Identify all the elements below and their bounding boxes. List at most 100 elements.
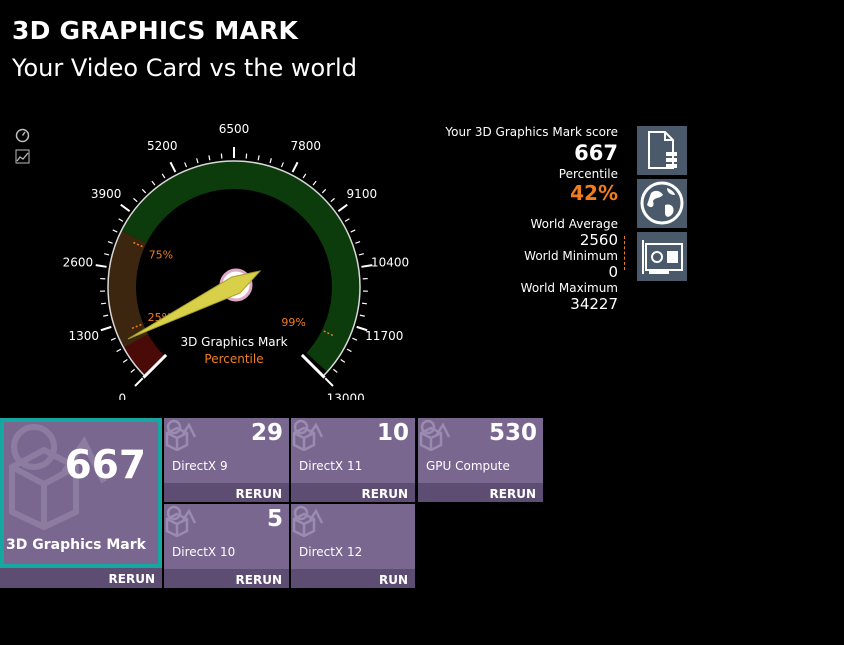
gauge-minor-tick — [330, 197, 335, 203]
directx9-tile[interactable]: 29 DirectX 9 RERUN — [164, 418, 289, 502]
score-stats: Your 3D Graphics Mark score 667 Percenti… — [445, 125, 618, 313]
gauge-tick-label: 5200 — [147, 139, 178, 153]
gauge-minor-tick — [257, 155, 260, 161]
average-marker — [624, 236, 625, 270]
gauge-minor-tick — [196, 158, 199, 164]
gauge-major-tick — [291, 161, 299, 173]
gauge-tick-label: 10400 — [371, 255, 409, 269]
speedometer-gauge: 0 1300 2600 3900 5200 6500 7800 9100 10400 11700 1… — [63, 122, 409, 400]
rerun-button[interactable]: RERUN — [109, 572, 155, 586]
percentile-label: Percentile — [558, 167, 618, 181]
tile-label: GPU Compute — [426, 459, 510, 473]
main-tile-score: 667 — [64, 443, 146, 488]
directx11-tile[interactable]: 10 DirectX 11 RERUN — [291, 418, 415, 502]
gauge-tick-label: 9100 — [347, 187, 378, 201]
main-tile-label: 3D Graphics Mark — [6, 537, 146, 553]
gauge-major-tick — [95, 264, 107, 268]
needle — [127, 270, 262, 340]
score-label: Your 3D Graphics Mark score — [445, 125, 618, 139]
gauge-tick-label: 7800 — [290, 139, 321, 153]
benchmark-shapes-icon — [165, 505, 197, 537]
gauge-minor-tick — [133, 197, 138, 203]
gauge-major-tick — [337, 203, 348, 212]
tile-action-bar[interactable]: RERUN — [418, 483, 543, 502]
tile-score: 530 — [488, 420, 537, 446]
rerun-button[interactable]: RERUN — [236, 487, 282, 501]
percentile-value: 42% — [570, 181, 618, 205]
gauge-minor-tick — [208, 155, 211, 161]
gauge-minor-tick — [161, 173, 166, 179]
gauge-major-tick — [120, 203, 131, 212]
gauge-minor-tick — [302, 173, 307, 179]
globe-icon — [640, 181, 684, 225]
gauge-tick-label: 3900 — [91, 187, 122, 201]
score-value: 667 — [574, 141, 618, 165]
gauge-tick-label: 11700 — [365, 329, 403, 343]
gauge-minor-tick — [118, 218, 124, 222]
rerun-button[interactable]: RERUN — [236, 573, 282, 587]
tile-label: DirectX 10 — [172, 545, 236, 559]
main-3d-mark-tile[interactable]: 667 3D Graphics Mark RERUN — [0, 418, 162, 588]
world-max-label: World Maximum — [520, 281, 618, 295]
gauge-minor-tick — [184, 162, 188, 168]
tile-label: DirectX 9 — [172, 459, 228, 473]
percentile-mark-label: 99% — [281, 316, 305, 329]
gauge-tick-label: 13000 — [327, 392, 365, 400]
tile-action-bar[interactable]: RERUN — [164, 569, 289, 588]
benchmark-shapes-icon — [165, 419, 197, 451]
benchmark-shapes-icon — [292, 419, 324, 451]
gauge-minor-tick — [346, 348, 352, 353]
document-report-button[interactable] — [637, 126, 687, 175]
benchmark-shapes-icon — [292, 505, 324, 537]
gauge-minor-tick — [107, 241, 113, 244]
main-tile-action-bar[interactable]: RERUN — [0, 568, 162, 588]
gauge-minor-tick — [359, 314, 365, 317]
gauge-minor-tick — [130, 368, 135, 373]
gauge-major-tick — [169, 161, 177, 173]
gauge-tick-label: 2600 — [63, 255, 94, 269]
gauge-major-tick — [134, 377, 144, 387]
gauge-minor-tick — [141, 188, 147, 194]
rerun-button[interactable]: RERUN — [490, 487, 536, 501]
tile-label: DirectX 12 — [299, 545, 363, 559]
gauge-minor-tick — [350, 229, 356, 233]
page-title: 3D GRAPHICS MARK — [12, 16, 299, 45]
gauge-minor-tick — [100, 302, 107, 305]
tile-score: 5 — [266, 506, 283, 532]
gauge-minor-tick — [321, 188, 327, 194]
world-average-label: World Average — [530, 217, 618, 231]
world-average-value: 2560 — [579, 231, 618, 249]
video-card-info-button[interactable] — [637, 232, 687, 281]
world-min-label: World Minimum — [524, 249, 618, 263]
tile-score: 10 — [376, 420, 409, 446]
gauge-center-label: 3D Graphics Mark — [180, 335, 287, 349]
gauge-minor-tick — [103, 314, 109, 317]
directx10-tile[interactable]: 5 DirectX 10 RERUN — [164, 504, 289, 588]
gpu-compute-tile[interactable]: 530 GPU Compute RERUN — [418, 418, 543, 502]
page-subtitle: Your Video Card vs the world — [12, 54, 357, 82]
gauge-minor-tick — [269, 158, 272, 164]
gauge-minor-tick — [344, 218, 350, 222]
percentile-mark-label: 75% — [149, 249, 173, 262]
world-compare-button[interactable] — [637, 179, 687, 228]
graphics-card-icon — [642, 240, 683, 274]
gauge-tick-label: 1300 — [68, 329, 99, 343]
tile-action-bar[interactable]: RUN — [291, 569, 415, 588]
run-button[interactable]: RUN — [379, 573, 408, 587]
tile-label: DirectX 11 — [299, 459, 363, 473]
world-min-value: 0 — [608, 263, 618, 281]
rerun-button[interactable]: RERUN — [362, 487, 408, 501]
gauge-tick-label: 0 — [118, 392, 126, 400]
gauge-major-tick — [324, 377, 334, 387]
gauge-tick-label: 6500 — [219, 122, 250, 136]
directx12-tile[interactable]: DirectX 12 RUN — [291, 504, 415, 588]
world-max-value: 34227 — [570, 295, 618, 313]
gauge-major-tick — [100, 325, 112, 332]
benchmark-shapes-icon — [419, 419, 451, 451]
gauge-minor-tick — [355, 241, 361, 244]
tile-action-bar[interactable]: RERUN — [291, 483, 415, 502]
gauge-minor-tick — [122, 359, 128, 363]
tile-score: 29 — [250, 420, 283, 446]
gauge-minor-tick — [116, 348, 122, 353]
tile-action-bar[interactable]: RERUN — [164, 483, 289, 502]
